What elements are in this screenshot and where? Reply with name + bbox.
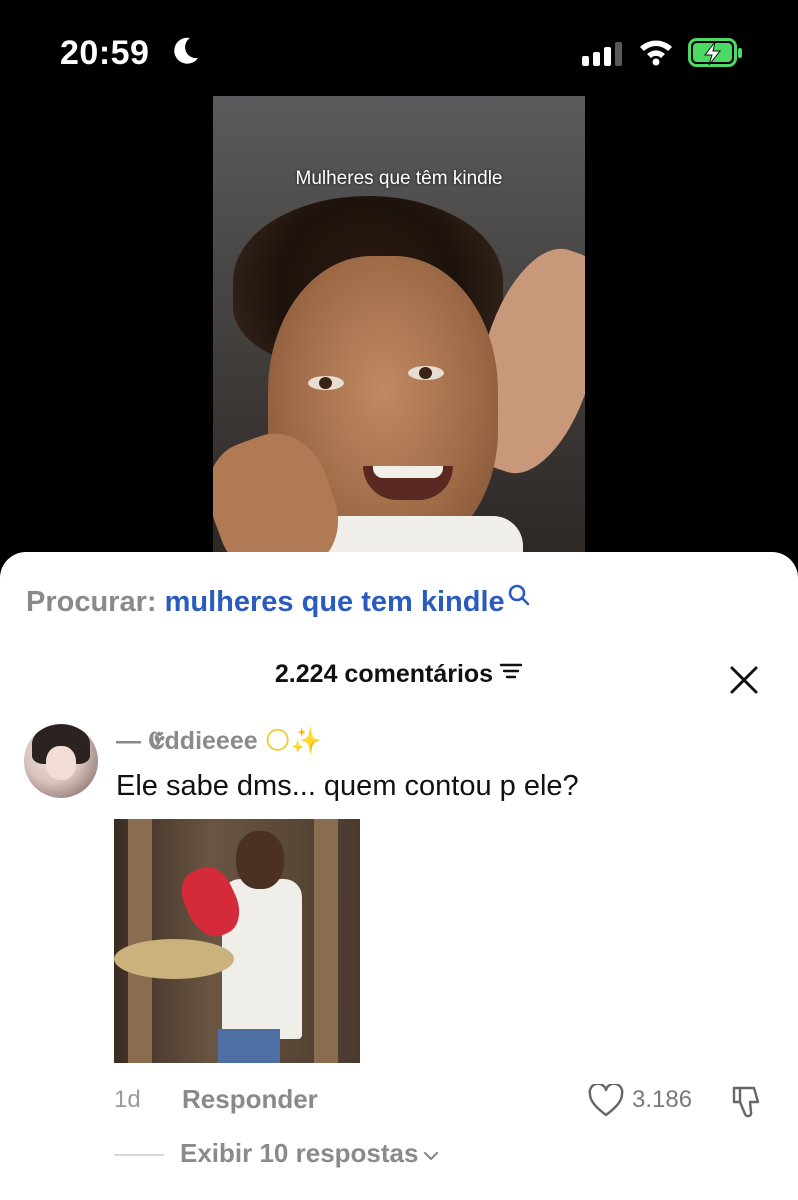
like-count: 3.186 bbox=[632, 1086, 693, 1113]
view-replies-label: Exibir 10 respostas bbox=[180, 1138, 419, 1168]
avatar-face bbox=[46, 746, 76, 780]
filter-icon[interactable] bbox=[499, 659, 523, 688]
comment-age: 1d bbox=[114, 1086, 141, 1113]
thumbs-down-icon[interactable] bbox=[730, 1084, 766, 1120]
status-bar: 20:59 bbox=[0, 0, 798, 100]
comments-count-header: 2.224 comentários bbox=[0, 660, 798, 689]
battery-charging-icon bbox=[688, 38, 744, 73]
reply-button[interactable]: Responder bbox=[182, 1084, 318, 1115]
comments-count: 2.224 comentários bbox=[274, 660, 494, 688]
search-term-link[interactable]: mulheres que tem kindle bbox=[165, 586, 505, 618]
chevron-down-icon bbox=[422, 1138, 440, 1169]
image-jeans bbox=[218, 1029, 280, 1063]
image-wall-panel bbox=[314, 819, 338, 1063]
replies-divider bbox=[114, 1154, 164, 1156]
search-suggestion[interactable]: Procurar: mulheres que tem kindle bbox=[26, 584, 531, 619]
close-comments-button[interactable] bbox=[726, 662, 762, 698]
view-replies-row[interactable]: Exibir 10 respostas bbox=[0, 1136, 798, 1172]
comment-text: Ele sabe dms... quem contou p ele? bbox=[116, 770, 579, 802]
image-person-head bbox=[236, 831, 284, 889]
comment-image[interactable] bbox=[114, 819, 360, 1063]
comments-sheet: Procurar: mulheres que tem kindle 2.224 … bbox=[0, 552, 798, 1200]
username-emoji: 🌕✨ bbox=[264, 727, 322, 755]
moon-icon bbox=[172, 36, 200, 71]
video-subject-eye bbox=[308, 376, 344, 390]
comment-actions: 1d Responder 3.186 bbox=[0, 1082, 798, 1124]
username-text: — 𝕰ddieeee bbox=[116, 727, 258, 755]
video-caption: Mulheres que têm kindle bbox=[295, 168, 503, 189]
video-player[interactable]: Mulheres que têm kindle bbox=[213, 96, 585, 566]
status-time: 20:59 bbox=[60, 34, 150, 72]
close-icon bbox=[730, 666, 758, 694]
comment-username[interactable]: — 𝕰ddieeee 🌕✨ bbox=[116, 726, 322, 756]
search-label: Procurar: bbox=[26, 586, 157, 618]
search-icon[interactable] bbox=[507, 582, 531, 615]
wifi-icon bbox=[638, 38, 674, 71]
cellular-signal-icon bbox=[582, 42, 626, 71]
video-subject-eye bbox=[408, 366, 444, 380]
image-cymbal bbox=[114, 939, 234, 979]
avatar[interactable] bbox=[24, 724, 98, 798]
heart-icon[interactable] bbox=[588, 1082, 624, 1118]
view-replies-button[interactable]: Exibir 10 respostas bbox=[180, 1138, 440, 1169]
